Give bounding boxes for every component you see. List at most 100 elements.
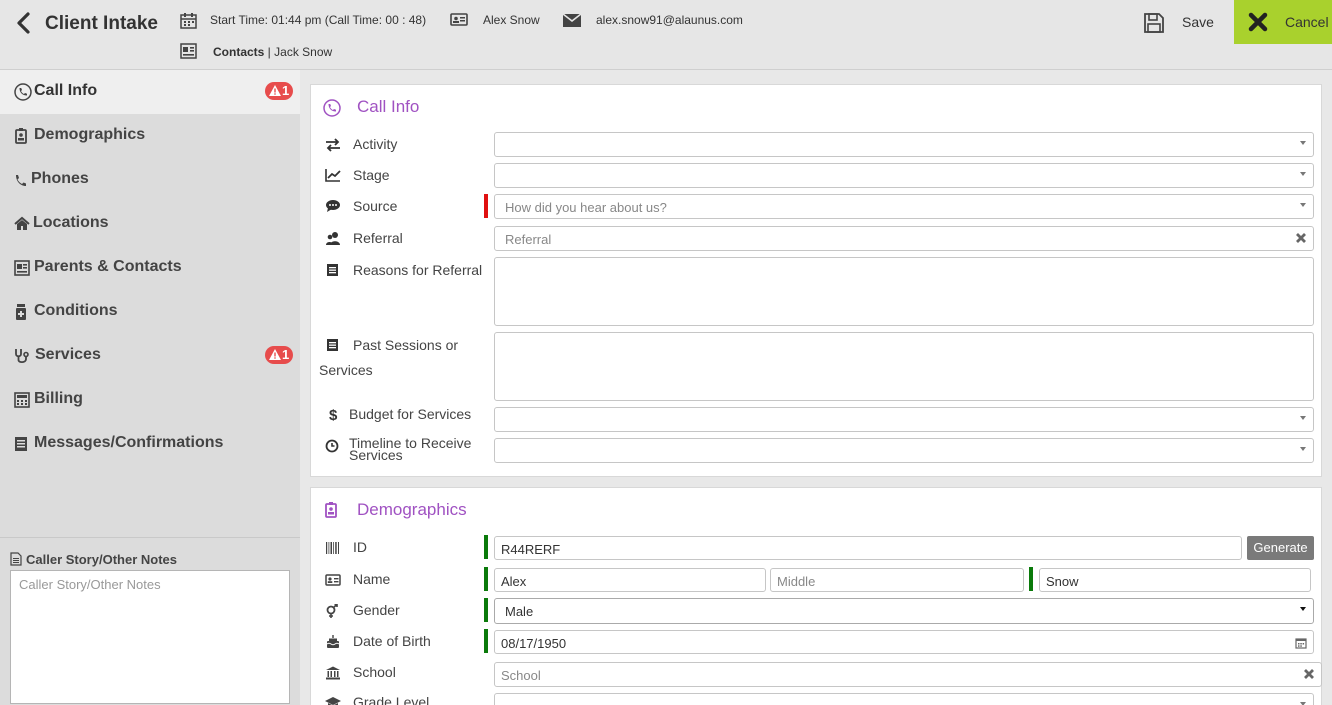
list-doc-icon bbox=[327, 264, 338, 276]
dollar-icon: $ bbox=[329, 407, 338, 421]
phone-circle-icon bbox=[14, 83, 32, 101]
panel-title: Demographics bbox=[357, 500, 467, 519]
id-badge-icon bbox=[325, 502, 337, 518]
phone-circle-icon bbox=[323, 99, 341, 117]
stage-label: Stage bbox=[353, 167, 390, 183]
stethoscope-icon bbox=[15, 349, 29, 364]
sidebar-item-parents-contacts[interactable]: Parents & Contacts bbox=[0, 246, 300, 290]
sidebar-item-services[interactable]: Services 1 bbox=[0, 334, 300, 378]
sidebar-item-phones[interactable]: Phones bbox=[0, 158, 300, 202]
budget-select[interactable] bbox=[494, 407, 1314, 432]
notes-title: Caller Story/Other Notes bbox=[26, 552, 177, 567]
badge-count: 1 bbox=[282, 347, 290, 362]
home-icon bbox=[14, 216, 30, 230]
comment-icon bbox=[326, 200, 340, 212]
calendar-icon bbox=[180, 13, 197, 29]
dob-value: 08/17/1950 bbox=[501, 636, 567, 651]
sidebar-item-messages[interactable]: Messages/Confirmations bbox=[0, 422, 300, 466]
sidebar-item-label: Phones bbox=[31, 170, 89, 187]
sidebar-item-label: Billing bbox=[34, 390, 83, 407]
grade-level-select[interactable] bbox=[494, 693, 1314, 705]
client-name-text: Alex Snow bbox=[483, 13, 540, 27]
sidebar-item-label: Conditions bbox=[34, 302, 118, 319]
line-chart-icon bbox=[325, 169, 341, 182]
sidebar-item-conditions[interactable]: Conditions bbox=[0, 290, 300, 334]
billing-icon bbox=[14, 392, 30, 408]
middle-placeholder: Middle bbox=[777, 574, 816, 589]
required-indicator bbox=[484, 194, 488, 218]
sidebar-item-label: Locations bbox=[33, 214, 109, 231]
dob-label: Date of Birth bbox=[353, 633, 431, 649]
timeline-select[interactable] bbox=[494, 438, 1314, 463]
sidebar-item-label: Parents & Contacts bbox=[34, 258, 182, 275]
timeline-label-line2: Services bbox=[349, 447, 403, 463]
school-label: School bbox=[353, 664, 396, 680]
alert-badge: 1 bbox=[265, 82, 293, 100]
generate-button[interactable]: Generate bbox=[1247, 536, 1314, 560]
activity-select[interactable] bbox=[494, 132, 1314, 157]
valid-indicator bbox=[1029, 567, 1033, 591]
middle-name-input[interactable]: Middle bbox=[770, 568, 1024, 592]
dob-input[interactable]: 08/17/1950 bbox=[494, 630, 1314, 654]
sidebar-item-billing[interactable]: Billing bbox=[0, 378, 300, 422]
reasons-label: Reasons for Referral bbox=[353, 262, 483, 278]
stage-select[interactable] bbox=[494, 163, 1314, 188]
caret-down-icon bbox=[1300, 447, 1306, 451]
institution-icon bbox=[326, 666, 340, 680]
id-card-icon bbox=[450, 13, 468, 26]
gender-value: Male bbox=[505, 604, 534, 619]
users-icon bbox=[326, 232, 340, 245]
reasons-textarea[interactable] bbox=[494, 257, 1314, 326]
last-name-input[interactable]: Snow bbox=[1039, 568, 1311, 592]
cancel-button[interactable]: Cancel bbox=[1234, 0, 1332, 44]
clear-icon[interactable] bbox=[1295, 232, 1307, 244]
save-icon[interactable] bbox=[1143, 12, 1165, 34]
sidebar-item-locations[interactable]: Locations bbox=[0, 202, 300, 246]
warning-icon bbox=[269, 85, 281, 96]
caller-notes-textarea[interactable] bbox=[10, 570, 290, 704]
school-input[interactable]: School bbox=[494, 662, 1322, 687]
calendar-icon[interactable] bbox=[1295, 637, 1307, 649]
sidebar-item-call-info[interactable]: Call Info 1 bbox=[0, 70, 300, 114]
contacts-card-icon bbox=[180, 43, 197, 59]
grade-level-label: Grade Level bbox=[353, 694, 430, 705]
valid-indicator bbox=[484, 535, 488, 559]
budget-label: Budget for Services bbox=[349, 406, 472, 422]
contacts-value: Jack Snow bbox=[274, 45, 333, 59]
back-arrow-icon[interactable] bbox=[12, 10, 36, 36]
first-name-value: Alex bbox=[501, 574, 527, 589]
save-button[interactable]: Save bbox=[1182, 14, 1214, 30]
call-info-panel: Call Info Activity Stage Source How did … bbox=[310, 84, 1322, 477]
school-placeholder: School bbox=[501, 668, 541, 683]
caret-down-icon bbox=[1300, 607, 1306, 611]
referral-input[interactable]: Referral bbox=[494, 226, 1314, 251]
clear-icon[interactable] bbox=[1303, 668, 1315, 680]
svg-text:$: $ bbox=[329, 407, 338, 421]
alert-badge: 1 bbox=[265, 346, 293, 364]
referral-placeholder: Referral bbox=[505, 232, 552, 247]
source-label: Source bbox=[353, 198, 398, 214]
caret-down-icon bbox=[1300, 702, 1306, 705]
sidebar-item-demographics[interactable]: Demographics bbox=[0, 114, 300, 158]
source-select[interactable]: How did you hear about us? bbox=[494, 194, 1314, 219]
last-name-value: Snow bbox=[1046, 574, 1079, 589]
valid-indicator bbox=[484, 629, 488, 653]
list-doc-icon bbox=[327, 339, 338, 351]
gender-icon bbox=[326, 604, 338, 618]
sidebar-item-label: Call Info bbox=[34, 82, 98, 99]
barcode-icon bbox=[326, 542, 339, 554]
sidebar-item-label: Messages/Confirmations bbox=[34, 434, 224, 451]
id-input[interactable]: R44RERF bbox=[494, 536, 1242, 560]
past-sessions-label-line2: Services bbox=[319, 362, 373, 378]
caret-down-icon bbox=[1300, 203, 1306, 207]
contacts-separator: | bbox=[264, 45, 275, 59]
contacts-info[interactable]: Contacts | Jack Snow bbox=[213, 45, 332, 59]
past-sessions-textarea[interactable] bbox=[494, 332, 1314, 401]
referral-label: Referral bbox=[353, 230, 403, 246]
first-name-input[interactable]: Alex bbox=[494, 568, 766, 592]
cancel-label: Cancel bbox=[1285, 14, 1329, 30]
contact-card-icon bbox=[14, 260, 30, 276]
top-header: Client Intake Start Time: 01:44 pm (Call… bbox=[0, 0, 1332, 70]
email-text: alex.snow91@alaunus.com bbox=[596, 13, 743, 27]
gender-select[interactable]: Male bbox=[494, 598, 1314, 624]
